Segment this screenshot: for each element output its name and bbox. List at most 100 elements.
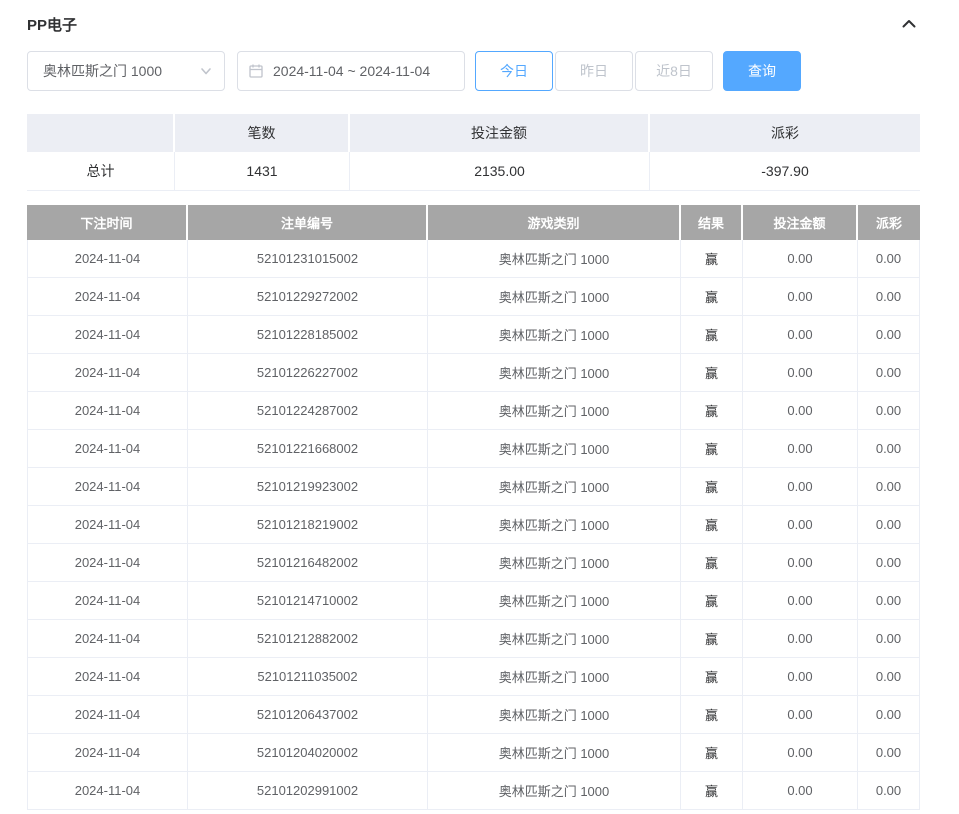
quick-filter-yesterday[interactable]: 昨日 <box>555 51 633 91</box>
cell-order-id: 52101224287002 <box>188 392 428 429</box>
cell-payout: 0.00 <box>858 544 919 581</box>
cell-game-type: 奥林匹斯之门 1000 <box>428 658 681 695</box>
cell-result: 赢 <box>681 582 743 619</box>
cell-bet-time: 2024-11-04 <box>28 430 188 467</box>
chevron-down-icon <box>200 65 212 77</box>
cell-order-id: 52101228185002 <box>188 316 428 353</box>
table-row: 2024-11-04 52101214710002 奥林匹斯之门 1000 赢 … <box>28 582 919 620</box>
cell-bet-time: 2024-11-04 <box>28 620 188 657</box>
quick-filter-last8days[interactable]: 近8日 <box>635 51 713 91</box>
table-row: 2024-11-04 52101229272002 奥林匹斯之门 1000 赢 … <box>28 278 919 316</box>
cell-bet-amount: 0.00 <box>743 392 858 429</box>
cell-game-type: 奥林匹斯之门 1000 <box>428 468 681 505</box>
cell-bet-amount: 0.00 <box>743 772 858 809</box>
cell-result: 赢 <box>681 658 743 695</box>
cell-order-id: 52101212882002 <box>188 620 428 657</box>
cell-payout: 0.00 <box>858 582 919 619</box>
col-header-bet-time: 下注时间 <box>27 205 188 240</box>
cell-bet-amount: 0.00 <box>743 734 858 771</box>
filter-bar: 奥林匹斯之门 1000 2024-11-04 ~ 2024-11-04 今日 <box>27 51 920 91</box>
bet-records-table: 下注时间 注单编号 游戏类别 结果 投注金额 派彩 2024-11-04 521… <box>27 205 920 810</box>
summary-header-row: 笔数 投注金额 派彩 <box>27 114 920 152</box>
game-select[interactable]: 奥林匹斯之门 1000 <box>27 51 225 91</box>
cell-result: 赢 <box>681 354 743 391</box>
cell-payout: 0.00 <box>858 316 919 353</box>
summary-total-row: 总计 1431 2135.00 -397.90 <box>27 152 920 191</box>
table-row: 2024-11-04 52101206437002 奥林匹斯之门 1000 赢 … <box>28 696 919 734</box>
cell-bet-time: 2024-11-04 <box>28 772 188 809</box>
summary-header-bet-amount: 投注金额 <box>350 114 650 152</box>
summary-total-count: 1431 <box>175 152 350 191</box>
cell-bet-amount: 0.00 <box>743 316 858 353</box>
cell-bet-time: 2024-11-04 <box>28 316 188 353</box>
chevron-up-icon <box>901 16 917 32</box>
cell-payout: 0.00 <box>858 734 919 771</box>
cell-payout: 0.00 <box>858 772 919 809</box>
table-row: 2024-11-04 52101218219002 奥林匹斯之门 1000 赢 … <box>28 506 919 544</box>
col-header-payout: 派彩 <box>858 205 920 240</box>
cell-game-type: 奥林匹斯之门 1000 <box>428 430 681 467</box>
summary-header-payout: 派彩 <box>650 114 920 152</box>
calendar-icon <box>248 63 264 79</box>
summary-header-count: 笔数 <box>175 114 350 152</box>
table-row: 2024-11-04 52101202991002 奥林匹斯之门 1000 赢 … <box>28 772 919 810</box>
table-row: 2024-11-04 52101211035002 奥林匹斯之门 1000 赢 … <box>28 658 919 696</box>
cell-result: 赢 <box>681 430 743 467</box>
cell-game-type: 奥林匹斯之门 1000 <box>428 696 681 733</box>
date-range-picker[interactable]: 2024-11-04 ~ 2024-11-04 <box>237 51 465 91</box>
cell-bet-amount: 0.00 <box>743 620 858 657</box>
cell-bet-time: 2024-11-04 <box>28 658 188 695</box>
collapse-button[interactable] <box>898 13 920 35</box>
table-row: 2024-11-04 52101221668002 奥林匹斯之门 1000 赢 … <box>28 430 919 468</box>
search-button[interactable]: 查询 <box>723 51 801 91</box>
cell-bet-time: 2024-11-04 <box>28 392 188 429</box>
cell-bet-time: 2024-11-04 <box>28 240 188 277</box>
cell-game-type: 奥林匹斯之门 1000 <box>428 620 681 657</box>
cell-bet-amount: 0.00 <box>743 506 858 543</box>
summary-table: 笔数 投注金额 派彩 总计 1431 2135.00 -397.90 <box>27 114 920 191</box>
col-header-result: 结果 <box>681 205 743 240</box>
cell-game-type: 奥林匹斯之门 1000 <box>428 278 681 315</box>
cell-result: 赢 <box>681 240 743 277</box>
cell-order-id: 52101219923002 <box>188 468 428 505</box>
cell-bet-time: 2024-11-04 <box>28 696 188 733</box>
cell-order-id: 52101229272002 <box>188 278 428 315</box>
cell-payout: 0.00 <box>858 620 919 657</box>
cell-bet-amount: 0.00 <box>743 278 858 315</box>
game-select-value: 奥林匹斯之门 1000 <box>43 61 162 81</box>
cell-payout: 0.00 <box>858 392 919 429</box>
table-row: 2024-11-04 52101212882002 奥林匹斯之门 1000 赢 … <box>28 620 919 658</box>
cell-order-id: 52101206437002 <box>188 696 428 733</box>
cell-bet-amount: 0.00 <box>743 430 858 467</box>
summary-total-label: 总计 <box>27 152 175 191</box>
cell-order-id: 52101216482002 <box>188 544 428 581</box>
cell-bet-time: 2024-11-04 <box>28 582 188 619</box>
cell-result: 赢 <box>681 620 743 657</box>
table-row: 2024-11-04 52101216482002 奥林匹斯之门 1000 赢 … <box>28 544 919 582</box>
cell-game-type: 奥林匹斯之门 1000 <box>428 392 681 429</box>
cell-result: 赢 <box>681 392 743 429</box>
cell-bet-time: 2024-11-04 <box>28 354 188 391</box>
col-header-order-id: 注单编号 <box>188 205 428 240</box>
table-row: 2024-11-04 52101224287002 奥林匹斯之门 1000 赢 … <box>28 392 919 430</box>
cell-game-type: 奥林匹斯之门 1000 <box>428 240 681 277</box>
cell-result: 赢 <box>681 506 743 543</box>
cell-bet-time: 2024-11-04 <box>28 506 188 543</box>
cell-result: 赢 <box>681 734 743 771</box>
col-header-game-type: 游戏类别 <box>428 205 681 240</box>
cell-bet-amount: 0.00 <box>743 582 858 619</box>
cell-result: 赢 <box>681 544 743 581</box>
date-range-value: 2024-11-04 ~ 2024-11-04 <box>273 63 430 79</box>
summary-total-bet-amount: 2135.00 <box>350 152 650 191</box>
cell-payout: 0.00 <box>858 240 919 277</box>
cell-order-id: 52101221668002 <box>188 430 428 467</box>
table-header-row: 下注时间 注单编号 游戏类别 结果 投注金额 派彩 <box>27 205 920 240</box>
summary-total-payout: -397.90 <box>650 152 920 191</box>
cell-game-type: 奥林匹斯之门 1000 <box>428 354 681 391</box>
cell-bet-time: 2024-11-04 <box>28 544 188 581</box>
quick-filter-today[interactable]: 今日 <box>475 51 553 91</box>
cell-result: 赢 <box>681 316 743 353</box>
cell-order-id: 52101204020002 <box>188 734 428 771</box>
cell-order-id: 52101226227002 <box>188 354 428 391</box>
cell-bet-amount: 0.00 <box>743 468 858 505</box>
